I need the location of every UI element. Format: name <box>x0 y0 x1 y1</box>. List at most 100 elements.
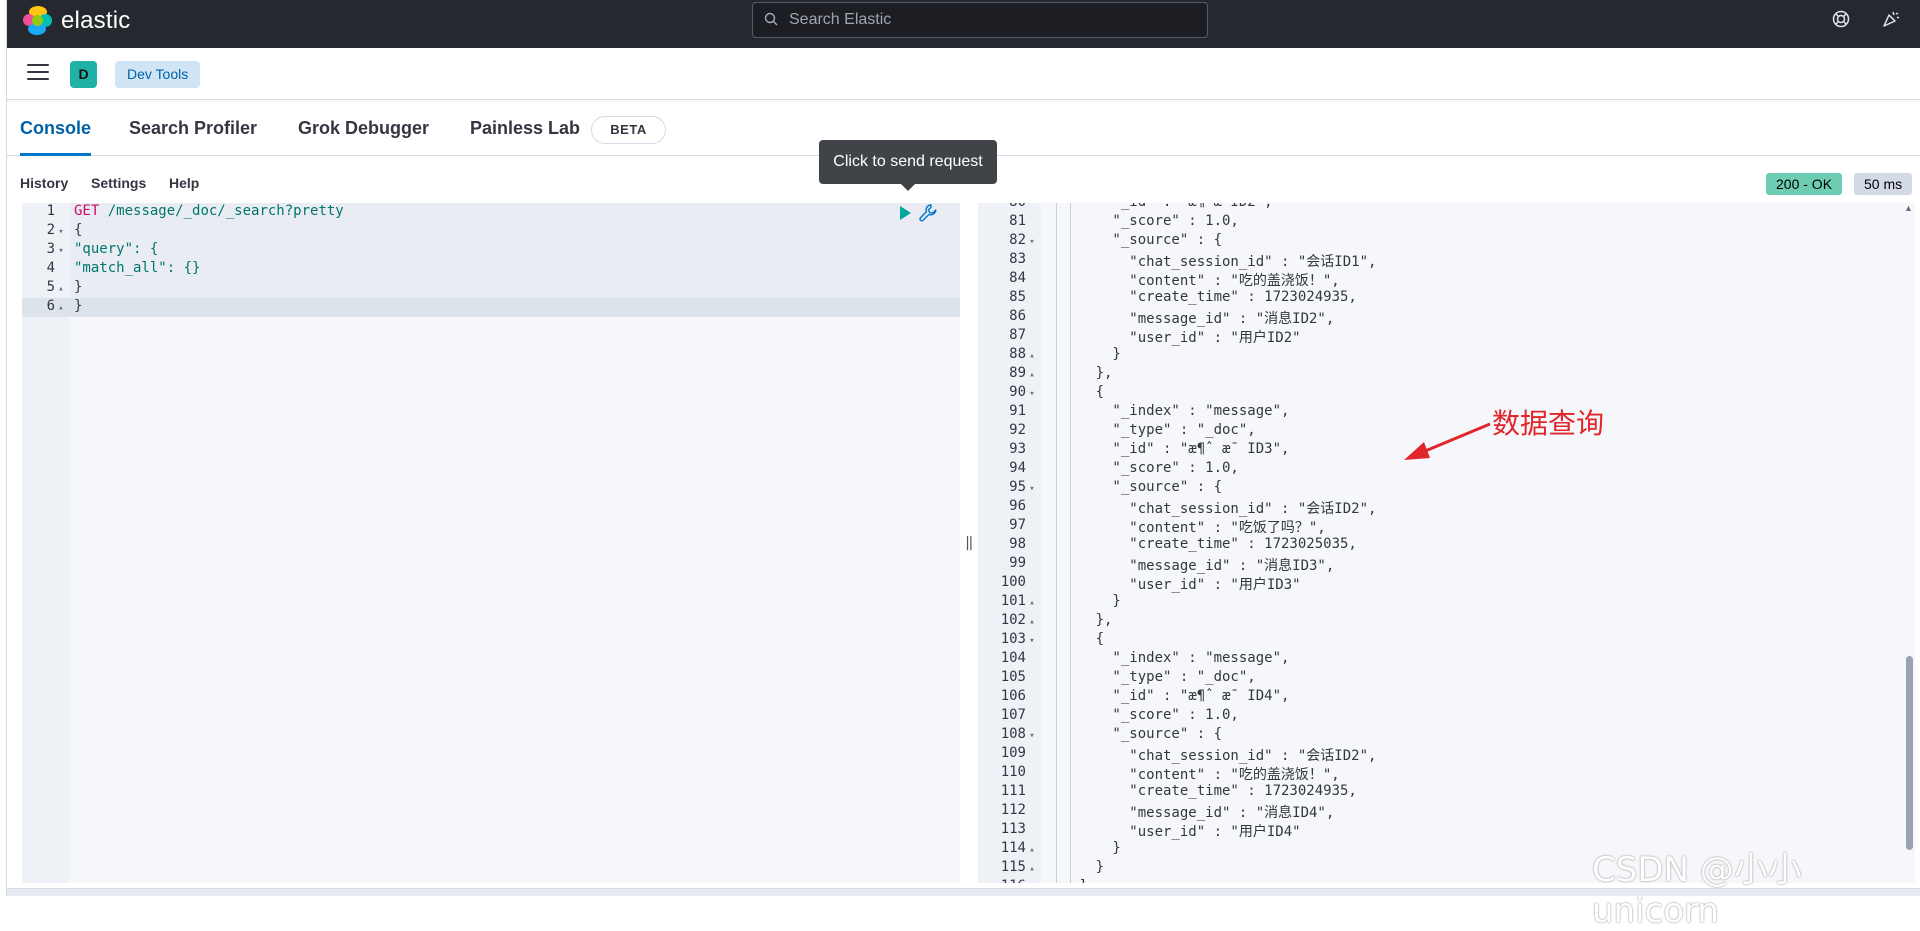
annotation-arrow-icon <box>1404 422 1491 460</box>
response-line[interactable]: "chat_session_id" : "会话ID1", <box>1045 251 1376 271</box>
line-number: 111 <box>1000 783 1026 799</box>
fold-toggle-icon[interactable]: ▾ <box>1026 237 1038 247</box>
response-line[interactable]: } <box>1045 840 1120 856</box>
line-number: 112 <box>1000 802 1026 818</box>
request-line[interactable]: } <box>74 298 82 314</box>
response-line[interactable]: }, <box>1045 365 1113 381</box>
active-line-highlight <box>22 298 960 317</box>
space-avatar[interactable]: D <box>70 61 97 88</box>
response-line[interactable]: { <box>1045 384 1104 400</box>
response-line[interactable]: "_source" : { <box>1045 232 1222 248</box>
fold-toggle-icon[interactable]: ▴ <box>55 303 67 313</box>
help-icon[interactable] <box>1829 9 1853 33</box>
fold-toggle-icon[interactable]: ▾ <box>1026 389 1038 399</box>
response-line[interactable]: "user_id" : "用户ID3" <box>1045 574 1300 594</box>
response-line[interactable]: "create_time" : 1723024935, <box>1045 289 1357 305</box>
response-line[interactable]: "content" : "吃的盖浇饭！", <box>1045 270 1339 290</box>
settings-menu[interactable]: Settings <box>91 175 146 191</box>
request-line[interactable]: } <box>74 279 82 295</box>
response-line[interactable]: "_type" : "_doc", <box>1045 669 1255 685</box>
response-line[interactable]: "_score" : 1.0, <box>1045 707 1238 723</box>
resize-handle-icon[interactable]: ‖ <box>965 535 973 551</box>
fold-toggle-icon[interactable]: ▴ <box>1026 351 1038 361</box>
response-line[interactable]: "content" : "吃饭了吗？", <box>1045 517 1325 537</box>
response-line[interactable]: "_id" : "æ¶ˆ æ¯ ID3", <box>1045 441 1289 457</box>
response-line[interactable]: "chat_session_id" : "会话ID2", <box>1045 745 1376 765</box>
line-number: 109 <box>1000 745 1026 761</box>
line-number: 115 ▴ <box>978 859 1041 875</box>
response-line[interactable]: "message_id" : "消息ID2", <box>1045 308 1334 328</box>
fold-toggle-icon[interactable]: ▾ <box>1026 636 1038 646</box>
response-line[interactable]: "_type" : "_doc", <box>1045 422 1255 438</box>
send-request-tooltip: Click to send request <box>819 140 997 191</box>
response-line[interactable]: "create_time" : 1723025035, <box>1045 536 1357 552</box>
response-line[interactable]: ] <box>1045 878 1087 883</box>
line-number: 92 <box>1009 422 1026 438</box>
beta-badge: BETA <box>591 116 666 144</box>
fold-toggle-icon[interactable]: ▾ <box>1026 731 1038 741</box>
wrench-icon[interactable] <box>918 203 938 223</box>
scroll-up-icon[interactable]: ▲ <box>1904 203 1913 213</box>
response-line[interactable]: "user_id" : "用户ID2" <box>1045 327 1300 347</box>
response-line[interactable]: "create_time" : 1723024935, <box>1045 783 1357 799</box>
response-line[interactable]: "content" : "吃的盖浇饭！", <box>1045 764 1339 784</box>
play-icon[interactable] <box>898 205 912 221</box>
fold-toggle-icon[interactable]: ▾ <box>55 246 67 256</box>
response-line[interactable]: { <box>1045 631 1104 647</box>
fold-toggle-icon[interactable]: ▾ <box>1026 484 1038 494</box>
fold-toggle-icon[interactable]: ▴ <box>1026 370 1038 380</box>
news-feed-icon[interactable] <box>1879 9 1903 33</box>
response-line[interactable]: "_index" : "message", <box>1045 650 1289 666</box>
line-number: 106 <box>1000 688 1026 704</box>
request-line[interactable]: "match_all": {} <box>74 260 200 276</box>
line-number: 88 ▴ <box>978 346 1041 362</box>
tab-search-profiler[interactable]: Search Profiler <box>129 118 257 156</box>
response-scrollbar[interactable] <box>1906 656 1913 850</box>
response-line[interactable]: "_id" : "æ¶ˆ æ¯ ID4", <box>1045 688 1289 704</box>
line-number: 90 ▾ <box>978 384 1041 400</box>
response-line[interactable]: "_score" : 1.0, <box>1045 460 1238 476</box>
breadcrumb-dev-tools[interactable]: Dev Tools <box>115 61 201 88</box>
line-number: 4 <box>46 260 55 276</box>
response-line[interactable]: "message_id" : "消息ID4", <box>1045 802 1334 822</box>
line-number: 94 <box>1009 460 1026 476</box>
help-menu[interactable]: Help <box>169 175 199 191</box>
global-search[interactable] <box>752 2 1208 38</box>
line-number: 93 <box>1009 441 1026 457</box>
fold-toggle-icon[interactable]: ▴ <box>1026 845 1038 855</box>
response-line[interactable]: "_id" : "æ¶ˆæ¯ID2", <box>1045 203 1272 210</box>
request-line[interactable]: "query": { <box>74 241 158 257</box>
response-line[interactable]: "message_id" : "消息ID3", <box>1045 555 1334 575</box>
response-line[interactable]: }, <box>1045 612 1113 628</box>
line-number: 100 <box>1000 574 1026 590</box>
response-output[interactable]: 80 "_id" : "æ¶ˆæ¯ID2", 81 "_score" : 1.0,… <box>978 203 1915 883</box>
request-time-badge: 50 ms <box>1854 173 1913 195</box>
response-line[interactable]: "_index" : "message", <box>1045 403 1289 419</box>
fold-toggle-icon[interactable]: ▴ <box>1026 864 1038 874</box>
request-line[interactable]: { <box>74 222 82 238</box>
response-line[interactable]: "_source" : { <box>1045 726 1222 742</box>
line-number: 3 ▾ <box>22 241 70 257</box>
request-line[interactable]: GET /message/_doc/_search?pretty <box>74 203 344 219</box>
response-line[interactable]: "user_id" : "用户ID4" <box>1045 821 1300 841</box>
request-editor[interactable]: 1 2 ▾ 3 ▾ 4 5 ▴ 6 ▴ GET /message/_doc/_searc… <box>22 203 960 883</box>
response-line[interactable]: } <box>1045 859 1104 875</box>
elastic-logo[interactable]: elastic <box>23 6 130 36</box>
response-line[interactable]: "_score" : 1.0, <box>1045 213 1238 229</box>
response-line[interactable]: "_source" : { <box>1045 479 1222 495</box>
tab-console[interactable]: Console <box>20 118 92 156</box>
fold-toggle-icon[interactable]: ▾ <box>55 227 67 237</box>
history-menu[interactable]: History <box>20 175 68 191</box>
tab-grok-debugger[interactable]: Grok Debugger <box>298 118 429 156</box>
response-line[interactable]: } <box>1045 346 1120 362</box>
fold-toggle-icon[interactable]: ▴ <box>55 284 67 294</box>
menu-toggle-icon[interactable] <box>27 64 49 82</box>
tab-painless-lab[interactable]: Painless Lab <box>470 118 580 156</box>
response-line[interactable]: } <box>1045 593 1120 609</box>
line-number: 98 <box>1009 536 1026 552</box>
line-number: 103 ▾ <box>978 631 1041 647</box>
fold-toggle-icon[interactable]: ▴ <box>1026 598 1038 608</box>
search-input[interactable] <box>789 11 1189 29</box>
fold-toggle-icon[interactable]: ▴ <box>1026 617 1038 627</box>
response-line[interactable]: "chat_session_id" : "会话ID2", <box>1045 498 1376 518</box>
